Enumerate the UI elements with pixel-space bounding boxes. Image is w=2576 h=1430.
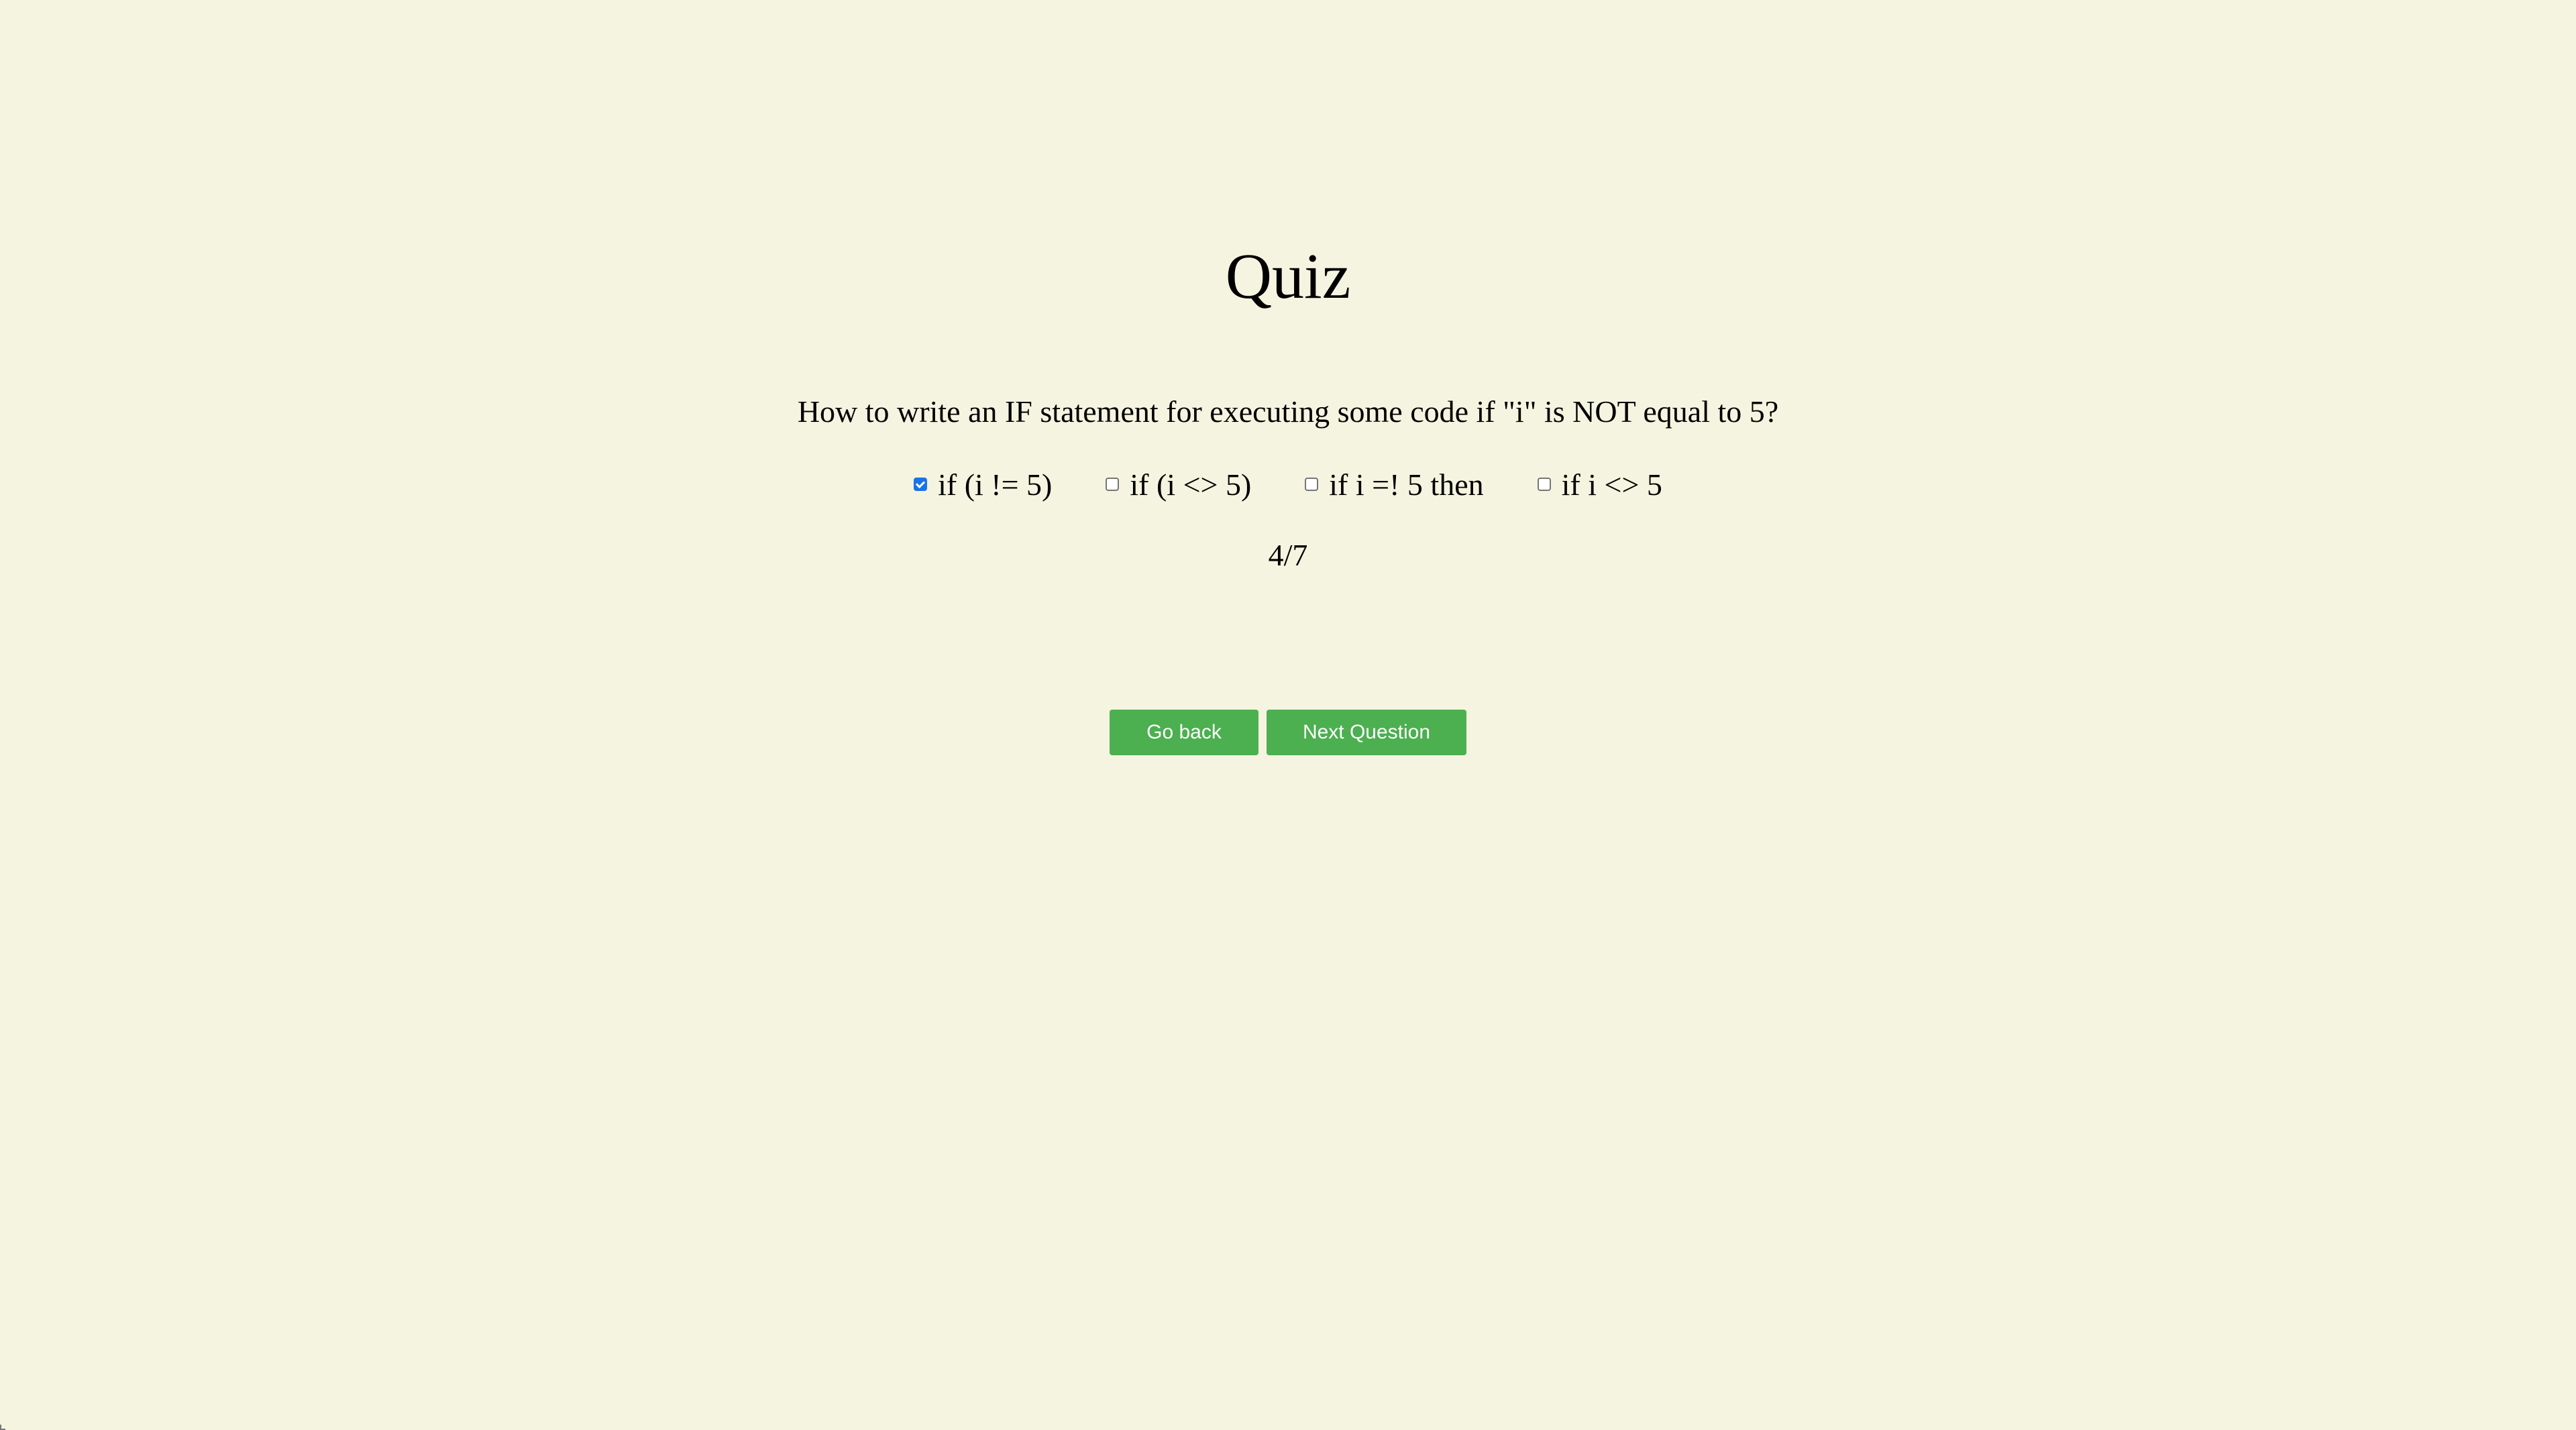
page-title: Quiz [1225,240,1351,312]
option-4-checkbox[interactable] [1537,478,1551,491]
option-3-checkbox[interactable] [1305,478,1319,491]
answer-options: if (i != 5) if (i <> 5) if i =! 5 then i… [0,464,2576,504]
question-progress: 4/7 [1268,538,1308,572]
option-4-label: if i <> 5 [1561,467,1662,502]
next-question-button[interactable]: Next Question [1267,710,1466,755]
option-1[interactable]: if (i != 5) [914,467,1052,502]
window-corner-marker [0,1425,5,1430]
question-text: How to write an IF statement for executi… [797,394,1779,429]
quiz-page: Quiz How to write an IF statement for ex… [0,0,2576,1430]
option-2[interactable]: if (i <> 5) [1106,467,1251,502]
navigation-buttons: Go back Next Question [0,710,2576,755]
option-4[interactable]: if i <> 5 [1537,467,1662,502]
option-3-label: if i =! 5 then [1329,467,1484,502]
option-2-checkbox[interactable] [1106,478,1120,491]
option-1-label: if (i != 5) [938,467,1053,502]
option-1-checkbox[interactable] [914,478,928,491]
option-3[interactable]: if i =! 5 then [1305,467,1484,502]
option-2-label: if (i <> 5) [1130,467,1252,502]
go-back-button[interactable]: Go back [1110,710,1258,755]
